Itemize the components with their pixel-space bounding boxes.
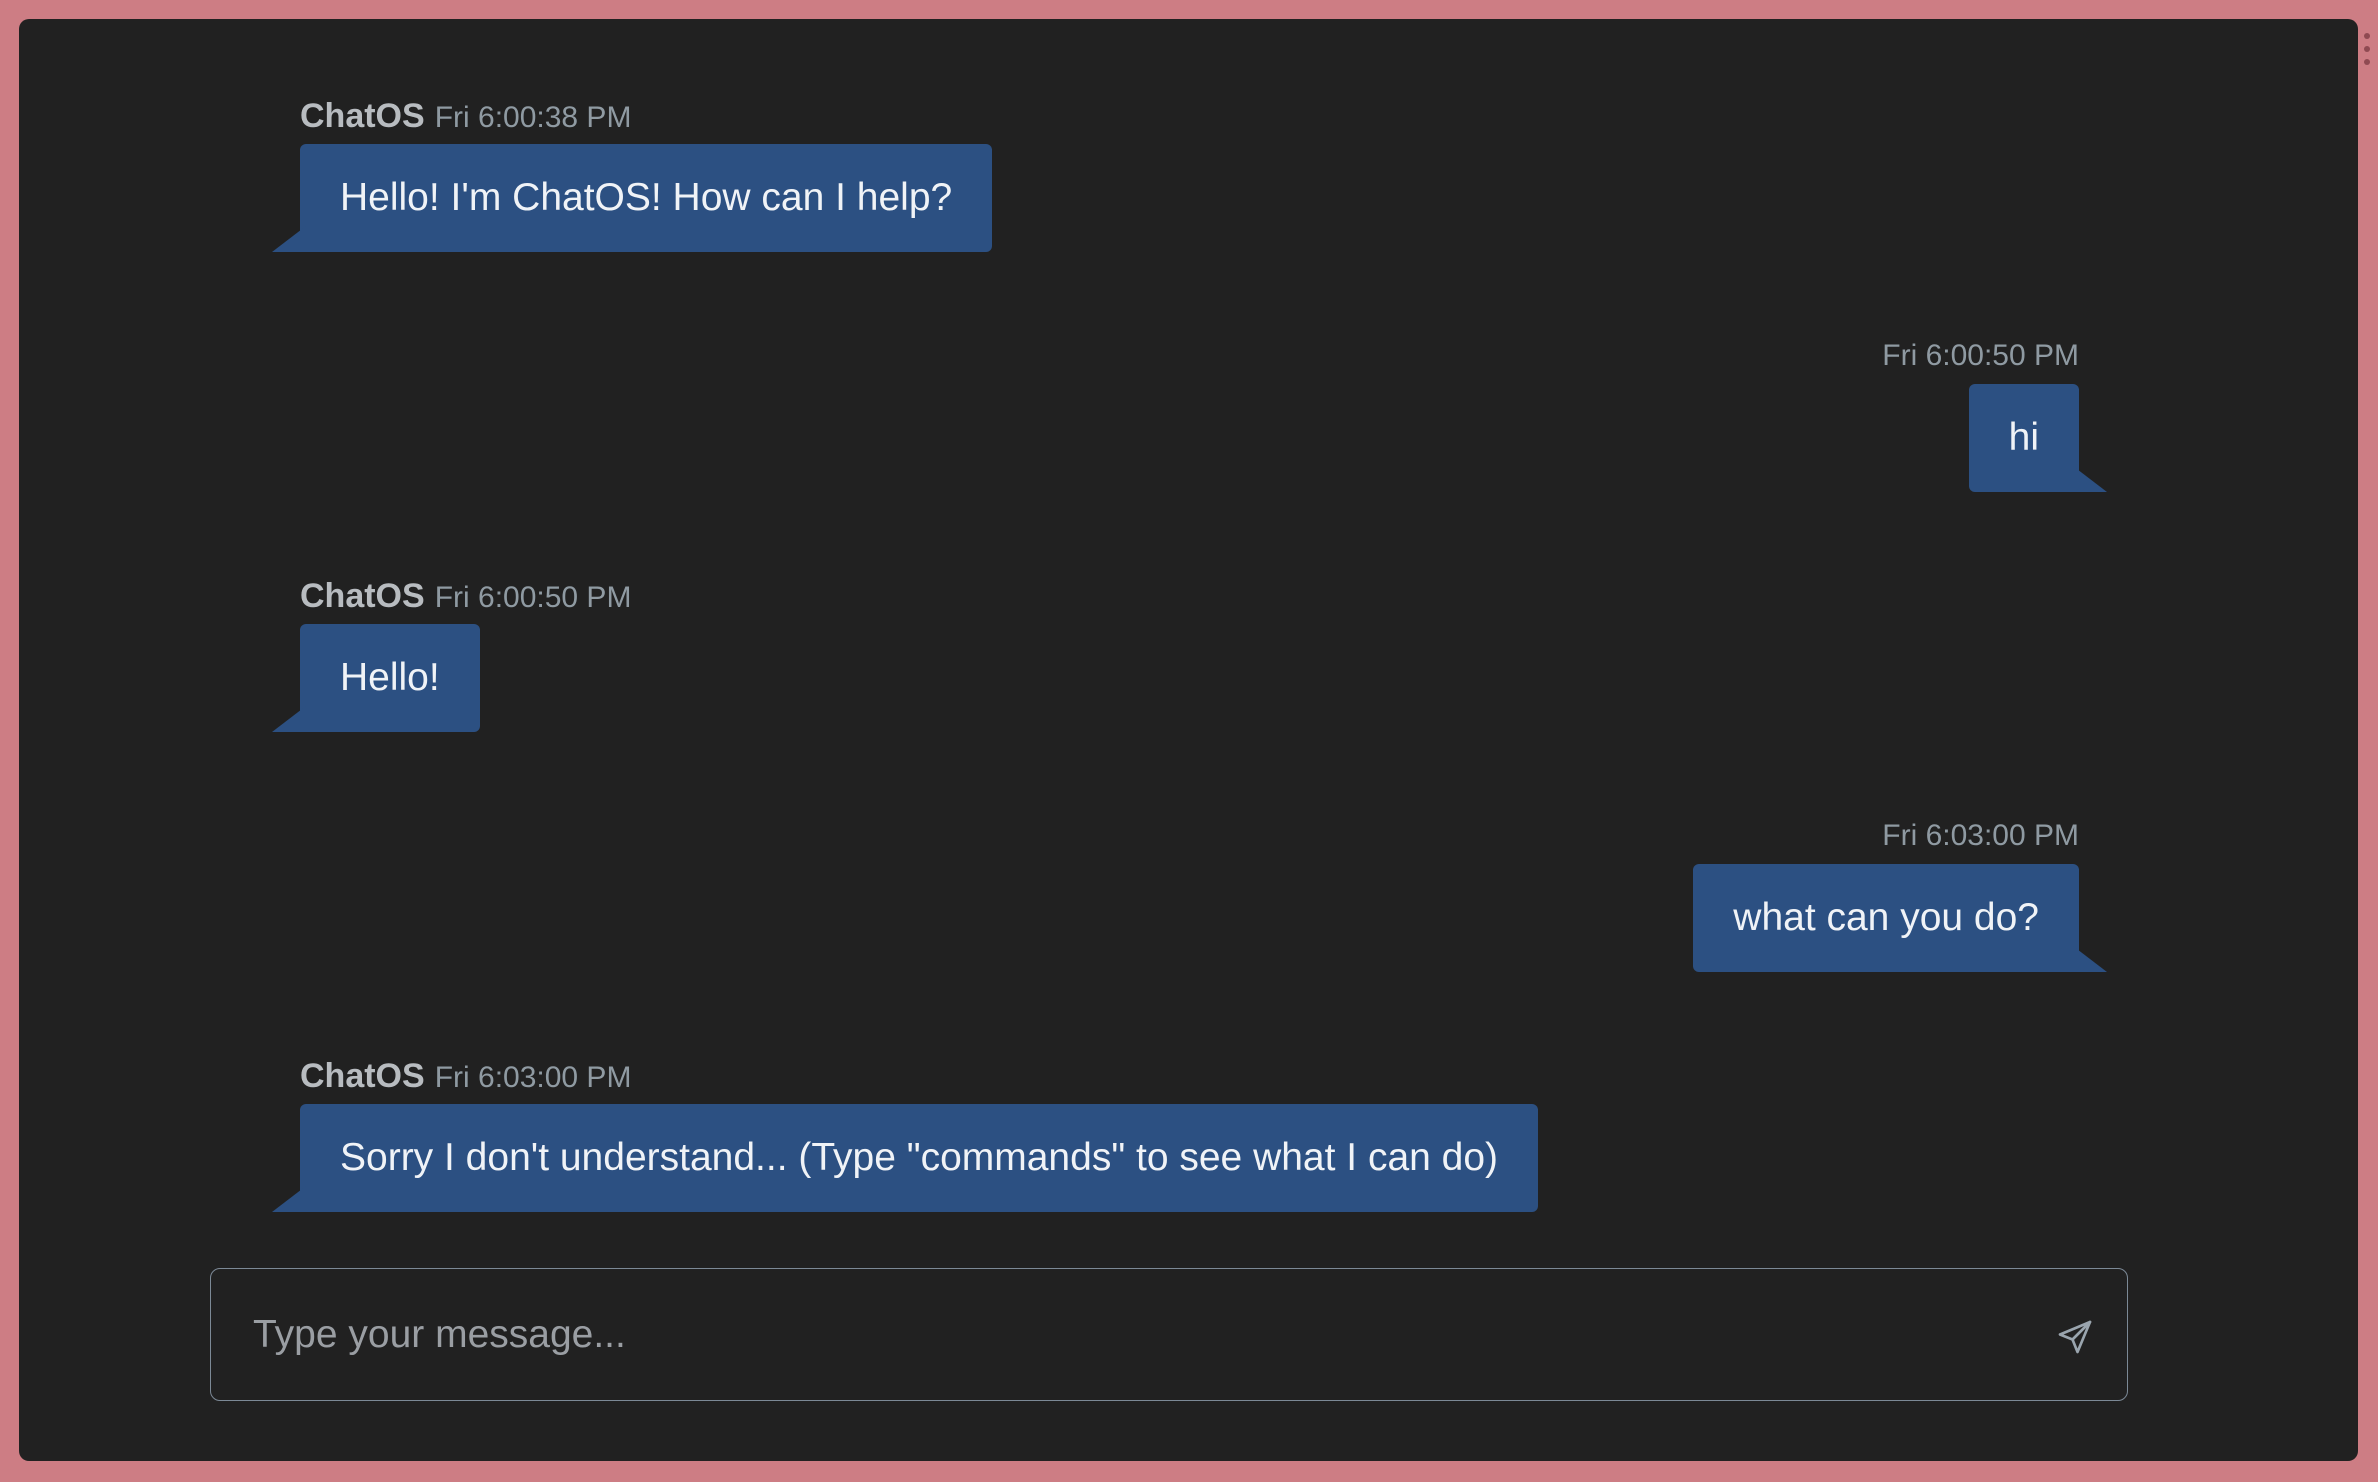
send-icon[interactable] xyxy=(2055,1317,2095,1357)
message-bubble: Hello! xyxy=(300,624,480,732)
message-composer xyxy=(210,1268,2128,1401)
sender-name: ChatOS xyxy=(300,1057,425,1095)
message-bubble: hi xyxy=(1968,384,2079,492)
sender-name: ChatOS xyxy=(300,577,425,615)
message-timestamp: Fri 6:03:00 PM xyxy=(434,1061,632,1094)
message-meta: ChatOS Fri 6:00:50 PM xyxy=(300,579,631,615)
sender-name: ChatOS xyxy=(300,97,425,135)
message-timestamp: Fri 6:00:50 PM xyxy=(1882,339,2079,372)
message-input[interactable] xyxy=(251,1269,2015,1401)
bot-message: ChatOS Fri 6:03:00 PM Sorry I don't under… xyxy=(300,1059,1539,1212)
message-meta: ChatOS Fri 6:03:00 PM xyxy=(300,1059,631,1095)
message-bubble: Sorry I don't understand... (Type "comma… xyxy=(300,1104,1539,1212)
more-options-icon[interactable] xyxy=(2361,33,2373,65)
message-bubble: Hello! I'm ChatOS! How can I help? xyxy=(300,144,993,252)
bot-message: ChatOS Fri 6:00:50 PM Hello! xyxy=(300,579,631,732)
message-meta: ChatOS Fri 6:00:38 PM xyxy=(300,99,631,135)
chat-window: ChatOS Fri 6:00:38 PM Hello! I'm ChatOS! … xyxy=(19,19,2358,1461)
bot-message: ChatOS Fri 6:00:38 PM Hello! I'm ChatOS! … xyxy=(300,99,993,252)
user-message: Fri 6:03:00 PM what can you do? xyxy=(1519,819,2079,989)
message-timestamp: Fri 6:00:50 PM xyxy=(434,581,632,614)
message-bubble: what can you do? xyxy=(1693,864,2079,972)
message-timestamp: Fri 6:00:38 PM xyxy=(434,101,632,134)
message-timestamp: Fri 6:03:00 PM xyxy=(1882,819,2079,852)
user-message: Fri 6:00:50 PM hi xyxy=(1619,339,2079,509)
